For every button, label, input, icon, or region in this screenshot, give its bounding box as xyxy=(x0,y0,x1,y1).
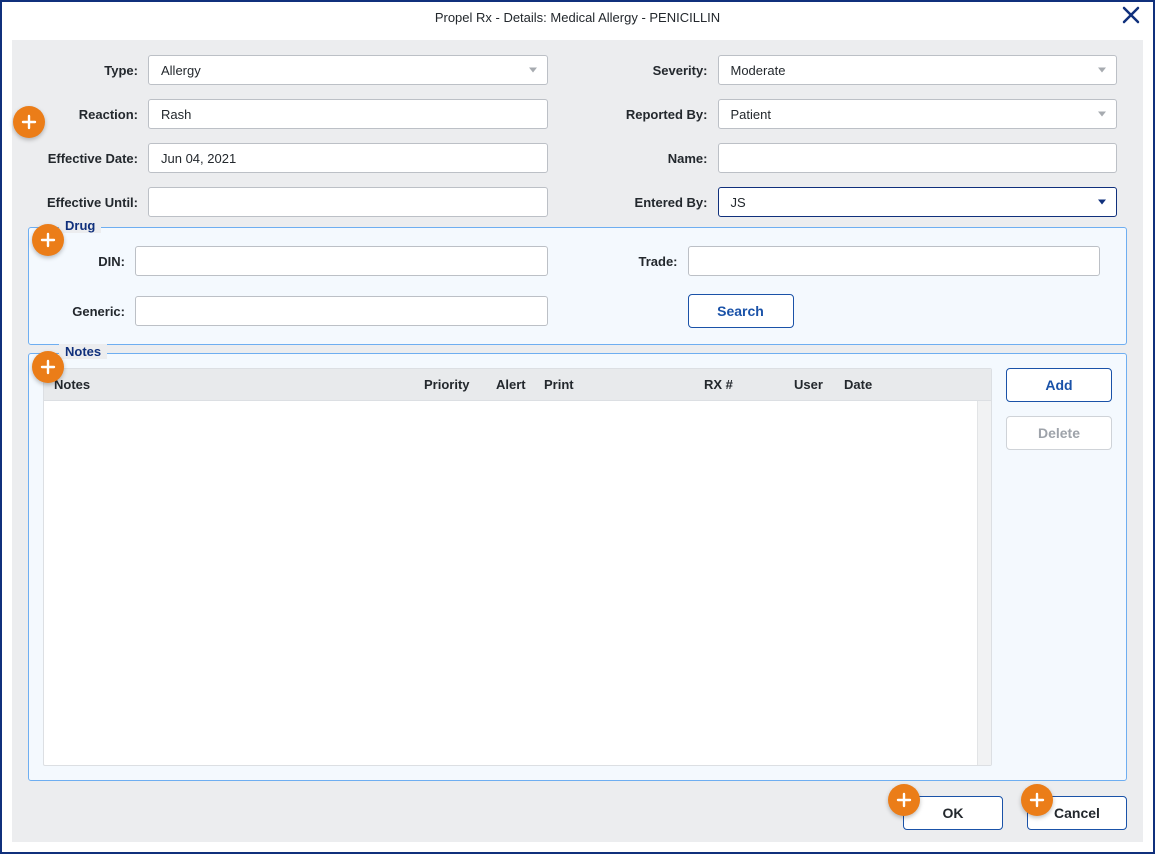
reaction-input[interactable]: Rash xyxy=(148,99,548,129)
col-rx: RX # xyxy=(704,377,794,392)
eff-until-label: Effective Until: xyxy=(38,195,148,210)
dialog-window: Propel Rx - Details: Medical Allergy - P… xyxy=(0,0,1155,854)
vertical-scrollbar[interactable] xyxy=(977,401,991,765)
drug-fieldset: Drug DIN: Trade: Generic: xyxy=(28,227,1127,345)
add-note-button[interactable]: Add xyxy=(1006,368,1112,402)
row-reported-by: Reported By: Patient xyxy=(608,99,1118,129)
delete-note-button[interactable]: Delete xyxy=(1006,416,1112,450)
notes-table: Notes Priority Alert Print RX # User Dat… xyxy=(43,368,992,766)
row-eff-until: Effective Until: xyxy=(38,187,548,217)
eff-date-label: Effective Date: xyxy=(38,151,148,166)
chevron-down-icon xyxy=(529,68,537,73)
plus-badge-icon xyxy=(13,106,45,138)
notes-fieldset: Notes Notes Priority Alert Print RX # Us… xyxy=(28,353,1127,781)
reported-by-value: Patient xyxy=(731,107,771,122)
add-label: Add xyxy=(1045,377,1072,393)
col-print: Print xyxy=(544,377,704,392)
plus-badge-icon xyxy=(32,351,64,383)
row-generic: Generic: xyxy=(55,294,548,328)
generic-label: Generic: xyxy=(55,304,135,319)
plus-badge-icon xyxy=(888,784,920,816)
row-trade: Trade: xyxy=(608,246,1101,276)
search-label: Search xyxy=(717,303,764,319)
drug-legend: Drug xyxy=(59,218,101,233)
close-icon xyxy=(1121,5,1141,31)
delete-label: Delete xyxy=(1038,425,1080,441)
ok-label: OK xyxy=(943,805,964,821)
name-label: Name: xyxy=(608,151,718,166)
row-din: DIN: xyxy=(55,246,548,276)
notes-flex: Notes Priority Alert Print RX # User Dat… xyxy=(43,368,1112,766)
form-area: Type: Allergy Severity: Moderate Reactio… xyxy=(12,40,1143,217)
reported-by-select[interactable]: Patient xyxy=(718,99,1118,129)
eff-date-value: Jun 04, 2021 xyxy=(161,151,236,166)
col-user: User xyxy=(794,377,844,392)
col-alert: Alert xyxy=(496,377,544,392)
notes-legend: Notes xyxy=(59,344,107,359)
generic-input[interactable] xyxy=(135,296,548,326)
row-search: Search xyxy=(608,294,1101,328)
reaction-value: Rash xyxy=(161,107,191,122)
din-input[interactable] xyxy=(135,246,548,276)
plus-badge-icon xyxy=(1021,784,1053,816)
row-entered-by: Entered By: JS xyxy=(608,187,1118,217)
notes-actions: Add Delete xyxy=(1006,368,1112,766)
dialog-body: Type: Allergy Severity: Moderate Reactio… xyxy=(12,40,1143,842)
chevron-down-icon xyxy=(1098,68,1106,73)
severity-select[interactable]: Moderate xyxy=(718,55,1118,85)
eff-date-input[interactable]: Jun 04, 2021 xyxy=(148,143,548,173)
entered-by-select[interactable]: JS xyxy=(718,187,1118,217)
row-severity: Severity: Moderate xyxy=(608,55,1118,85)
col-priority: Priority xyxy=(424,377,496,392)
entered-by-value: JS xyxy=(731,195,746,210)
close-button[interactable] xyxy=(1117,4,1145,32)
titlebar: Propel Rx - Details: Medical Allergy - P… xyxy=(2,2,1153,32)
row-type: Type: Allergy xyxy=(38,55,548,85)
footer-actions: OK Cancel xyxy=(903,796,1127,830)
col-notes: Notes xyxy=(54,377,424,392)
reported-by-label: Reported By: xyxy=(608,107,718,122)
row-eff-date: Effective Date: Jun 04, 2021 xyxy=(38,143,548,173)
type-select[interactable]: Allergy xyxy=(148,55,548,85)
window-title: Propel Rx - Details: Medical Allergy - P… xyxy=(435,10,720,25)
search-button[interactable]: Search xyxy=(688,294,794,328)
entered-by-label: Entered By: xyxy=(608,195,718,210)
type-value: Allergy xyxy=(161,63,201,78)
cancel-label: Cancel xyxy=(1054,805,1100,821)
eff-until-input[interactable] xyxy=(148,187,548,217)
chevron-down-icon xyxy=(1098,112,1106,117)
severity-value: Moderate xyxy=(731,63,786,78)
din-label: DIN: xyxy=(55,254,135,269)
type-label: Type: xyxy=(38,63,148,78)
notes-thead: Notes Priority Alert Print RX # User Dat… xyxy=(44,369,991,401)
severity-label: Severity: xyxy=(608,63,718,78)
drug-grid: DIN: Trade: Generic: xyxy=(55,246,1100,328)
chevron-down-icon xyxy=(1098,200,1106,205)
name-input[interactable] xyxy=(718,143,1118,173)
row-name: Name: xyxy=(608,143,1118,173)
col-date: Date xyxy=(844,377,991,392)
reaction-label: Reaction: xyxy=(38,107,148,122)
trade-label: Trade: xyxy=(608,254,688,269)
plus-badge-icon xyxy=(32,224,64,256)
trade-input[interactable] xyxy=(688,246,1101,276)
row-reaction: Reaction: Rash xyxy=(38,99,548,129)
